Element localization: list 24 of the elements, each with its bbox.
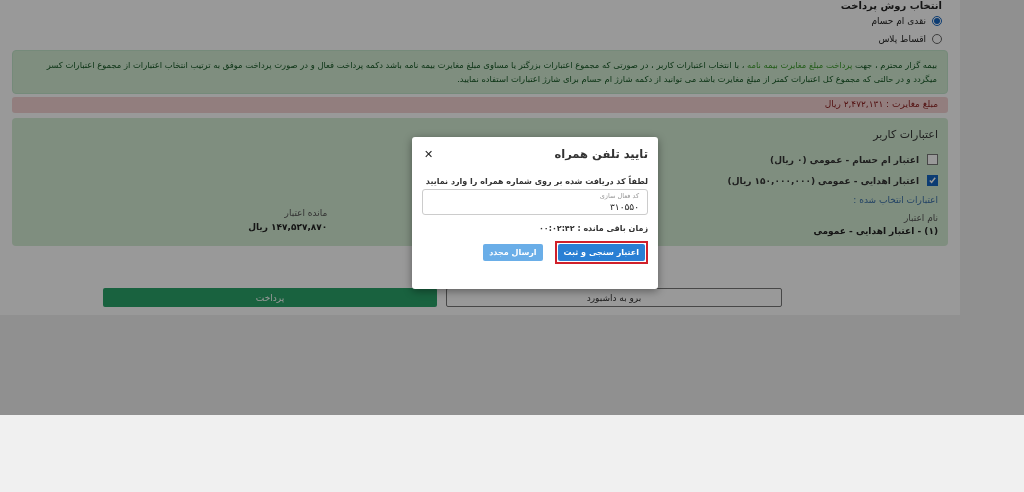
dialog-title: تایید تلفن همراه xyxy=(554,147,648,161)
checkbox[interactable] xyxy=(927,154,938,165)
notice-text: بیمه گزار محترم ، جهت پرداخت مبلغ مغایرت بیمه نامه ، با انتخاب اعتبارات کاربر ، در صورتی که مجموع اعتبارات بزرگتر یا مساوی مبلغ مغایرت بیمه نامه باشد دکمه پرداخت فعال و در صورت پرداخت موفق به ترتیب انتخاب اعتبارات از مجموع اعتبارات کسر میگردد و در حالتی که مجموع کل اعتبارات کمتر از مبلغ مغایرت باشد می توانید از دکمه شارژ ام حسام برای شارژ اعتبارات استفاده نمایید. xyxy=(12,50,948,94)
checkbox[interactable] xyxy=(927,175,938,186)
radio-label: اقساط پلاس xyxy=(878,34,926,44)
instruction-text: لطفاً کد دریافت شده بر روی شماره همراه را وارد نمایید xyxy=(424,177,648,186)
remaining-credit-label: مانده اعتبار xyxy=(284,208,328,218)
radio-option[interactable]: نقدی ام حسام xyxy=(871,12,948,30)
dashboard-button[interactable]: برو به داشبورد xyxy=(446,288,782,307)
close-button[interactable]: ✕ xyxy=(422,145,436,163)
credits-title: اعتبارات کاربر xyxy=(873,128,938,141)
selected-credits-heading: اعتبارات انتخاب شده : xyxy=(853,195,938,205)
countdown-timer: زمان باقی مانده : ۰۰:۰۲:۴۲ xyxy=(538,224,648,233)
checkbox-label: اعتبار اهدایی - عمومی (۱۵۰,۰۰۰,۰۰۰ ریال) xyxy=(727,175,919,186)
radio-button[interactable] xyxy=(932,16,942,26)
section-title: انتخاب روش پرداخت xyxy=(840,0,943,12)
credit-name-label: نام اعتبار xyxy=(903,213,938,223)
discrepancy-alert: مبلغ مغایرت : ۲,۴۷۲,۱۳۱ ریال xyxy=(12,97,948,113)
credit-name-value: (۱) - اعتبار اهدایی - عمومی xyxy=(813,226,938,236)
radio-option[interactable]: اقساط پلاس xyxy=(878,30,948,48)
remaining-credit-value: ۱۴۷,۵۲۷,۸۷۰ ریال xyxy=(248,222,328,232)
checkbox-label: اعتبار ام حسام - عمومی (۰ ریال) xyxy=(770,154,919,165)
radio-label: نقدی ام حسام xyxy=(871,16,926,26)
verify-button[interactable]: اعتبار سنجی و ثبت xyxy=(557,244,645,261)
